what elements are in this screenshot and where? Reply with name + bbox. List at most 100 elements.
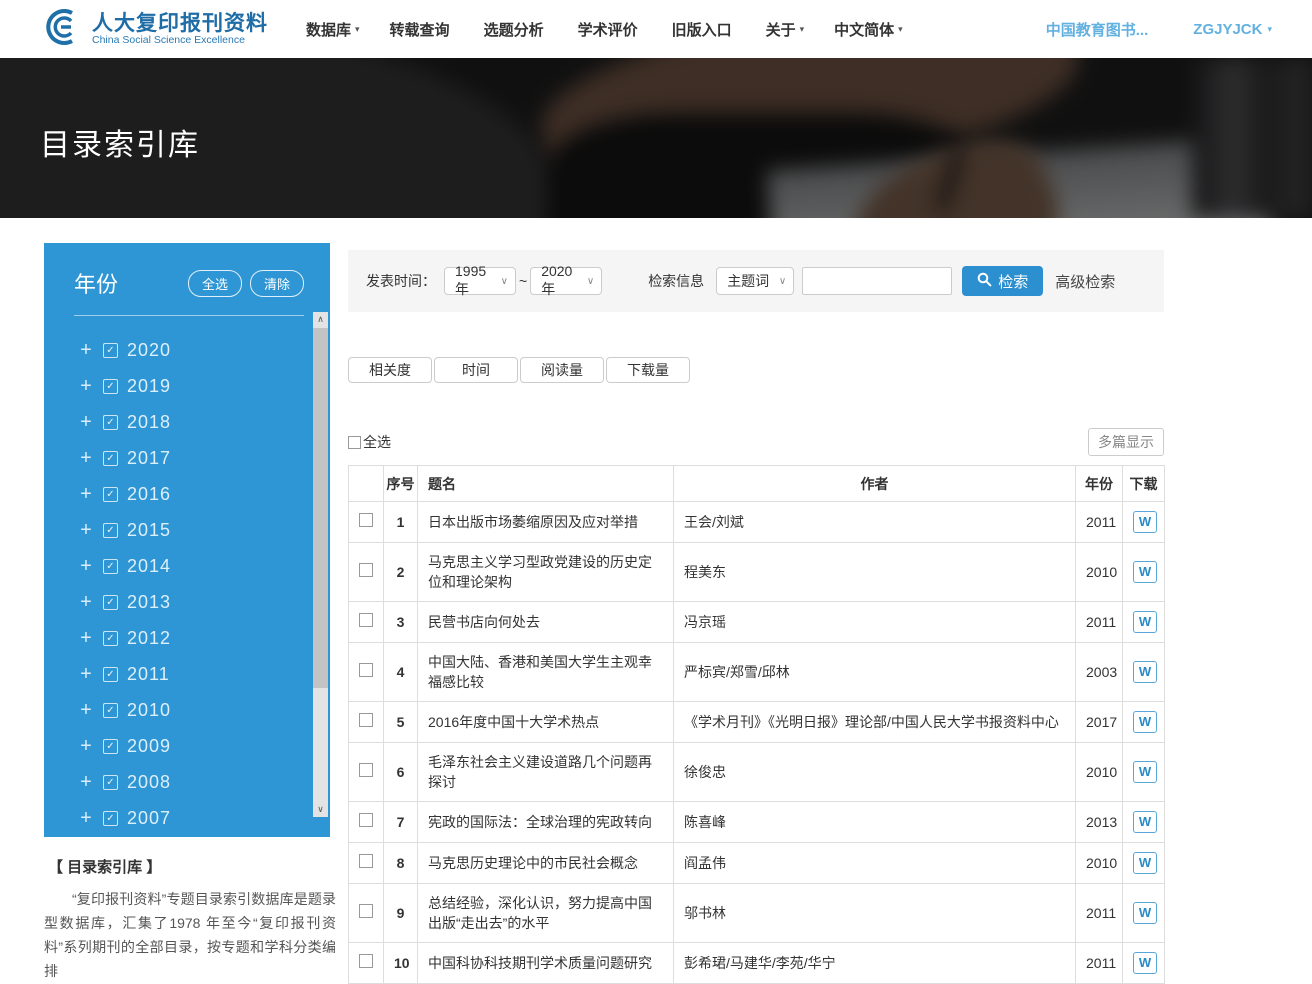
row-checkbox[interactable] — [359, 954, 373, 968]
article-title[interactable]: 总结经验，深化认识，努力提高中国出版“走出去”的水平 — [418, 884, 674, 943]
year-list-item[interactable]: + ✓ 2017 — [78, 440, 330, 476]
sort-button[interactable]: 时间 — [434, 357, 518, 383]
row-checkbox[interactable] — [359, 513, 373, 527]
word-download-button[interactable]: W — [1133, 852, 1157, 874]
expand-plus-icon[interactable]: + — [78, 486, 94, 502]
year-checkbox[interactable]: ✓ — [103, 595, 118, 610]
article-title[interactable]: 宪政的国际法：全球治理的宪政转向 — [418, 802, 674, 843]
row-checkbox[interactable] — [359, 663, 373, 677]
account-link[interactable]: ZGJYJCK ▾ — [1193, 21, 1272, 38]
word-download-button[interactable]: W — [1133, 761, 1157, 783]
year-list-item[interactable]: + ✓ 2019 — [78, 368, 330, 404]
article-title[interactable]: 马克思历史理论中的市民社会概念 — [418, 843, 674, 884]
scroll-up-icon[interactable]: ∧ — [313, 312, 328, 327]
expand-plus-icon[interactable]: + — [78, 738, 94, 754]
article-title[interactable]: 中国大陆、香港和美国大学生主观幸福感比较 — [418, 643, 674, 702]
year-checkbox[interactable]: ✓ — [103, 631, 118, 646]
year-checkbox[interactable]: ✓ — [103, 415, 118, 430]
word-download-button[interactable]: W — [1133, 952, 1157, 974]
expand-plus-icon[interactable]: + — [78, 774, 94, 790]
year-list-item[interactable]: + ✓ 2008 — [78, 764, 330, 800]
row-checkbox[interactable] — [359, 763, 373, 777]
multi-display-button[interactable]: 多篇显示 — [1088, 428, 1164, 456]
expand-plus-icon[interactable]: + — [78, 414, 94, 430]
year-checkbox[interactable]: ✓ — [103, 559, 118, 574]
sort-button[interactable]: 阅读量 — [520, 357, 604, 383]
row-checkbox[interactable] — [359, 563, 373, 577]
to-year-select[interactable]: 2020年 ∨ — [530, 267, 602, 295]
year-checkbox[interactable]: ✓ — [103, 523, 118, 538]
search-input[interactable] — [802, 267, 952, 295]
site-logo[interactable]: 人大复印报刊资料 China Social Science Excellence — [40, 6, 268, 53]
article-title[interactable]: 日本出版市场萎缩原因及应对举措 — [418, 502, 674, 543]
expand-plus-icon[interactable]: + — [78, 342, 94, 358]
article-title[interactable]: 马克思主义学习型政党建设的历史定位和理论架构 — [418, 543, 674, 602]
advanced-search-link[interactable]: 高级检索 — [1055, 271, 1115, 292]
year-list-item[interactable]: + ✓ 2009 — [78, 728, 330, 764]
year-list-item[interactable]: + ✓ 2015 — [78, 512, 330, 548]
search-field-select[interactable]: 主题词 ∨ — [716, 267, 794, 295]
expand-plus-icon[interactable]: + — [78, 630, 94, 646]
word-download-button[interactable]: W — [1133, 511, 1157, 533]
row-checkbox[interactable] — [359, 713, 373, 727]
year-checkbox[interactable]: ✓ — [103, 775, 118, 790]
nav-item[interactable]: 中文简体 ▾ — [834, 19, 903, 40]
year-list-item[interactable]: + ✓ 2011 — [78, 656, 330, 692]
sort-button[interactable]: 下载量 — [606, 357, 690, 383]
year-list-item[interactable]: + ✓ 2016 — [78, 476, 330, 512]
nav-item[interactable]: 关于 ▾ — [766, 19, 805, 40]
year-list-item[interactable]: + ✓ 2012 — [78, 620, 330, 656]
row-checkbox[interactable] — [359, 613, 373, 627]
year-list-item[interactable]: + ✓ 2007 — [78, 800, 330, 836]
article-title[interactable]: 毛泽东社会主义建设道路几个问题再探讨 — [418, 743, 674, 802]
expand-plus-icon[interactable]: + — [78, 558, 94, 574]
year-checkbox[interactable]: ✓ — [103, 487, 118, 502]
search-button[interactable]: 检索 — [962, 266, 1043, 296]
expand-plus-icon[interactable]: + — [78, 666, 94, 682]
word-download-button[interactable]: W — [1133, 561, 1157, 583]
year-list-item[interactable]: + ✓ 2018 — [78, 404, 330, 440]
sidebar-scrollbar[interactable]: ∧ ∨ — [313, 312, 328, 817]
expand-plus-icon[interactable]: + — [78, 378, 94, 394]
nav-item[interactable]: 学术评价 — [578, 19, 642, 40]
scroll-down-icon[interactable]: ∨ — [313, 802, 328, 817]
scrollbar-thumb[interactable] — [313, 328, 328, 688]
nav-item[interactable]: 旧版入口 — [672, 19, 736, 40]
clear-years-button[interactable]: 清除 — [250, 270, 304, 297]
row-checkbox[interactable] — [359, 904, 373, 918]
year-list-item[interactable]: + ✓ 2013 — [78, 584, 330, 620]
sort-button[interactable]: 相关度 — [348, 357, 432, 383]
article-title[interactable]: 民营书店向何处去 — [418, 602, 674, 643]
account-link[interactable]: 中国教育图书... — [1046, 19, 1154, 40]
word-download-button[interactable]: W — [1133, 711, 1157, 733]
row-checkbox[interactable] — [359, 854, 373, 868]
row-checkbox[interactable] — [359, 813, 373, 827]
nav-item[interactable]: 数据库 ▾ — [306, 19, 360, 40]
year-list-item[interactable]: + ✓ 2014 — [78, 548, 330, 584]
word-download-button[interactable]: W — [1133, 661, 1157, 683]
select-all-years-button[interactable]: 全选 — [188, 270, 242, 297]
article-title[interactable]: 中国科协科技期刊学术质量问题研究 — [418, 943, 674, 984]
expand-plus-icon[interactable]: + — [78, 702, 94, 718]
year-checkbox[interactable]: ✓ — [103, 451, 118, 466]
word-download-button[interactable]: W — [1133, 902, 1157, 924]
expand-plus-icon[interactable]: + — [78, 522, 94, 538]
year-checkbox[interactable]: ✓ — [103, 739, 118, 754]
nav-item[interactable]: 选题分析 — [484, 19, 548, 40]
word-download-button[interactable]: W — [1133, 611, 1157, 633]
year-list-item[interactable]: + ✓ 2010 — [78, 692, 330, 728]
year-checkbox[interactable]: ✓ — [103, 811, 118, 826]
from-year-select[interactable]: 1995年 ∨ — [444, 267, 516, 295]
expand-plus-icon[interactable]: + — [78, 810, 94, 826]
year-checkbox[interactable]: ✓ — [103, 703, 118, 718]
year-checkbox[interactable]: ✓ — [103, 379, 118, 394]
year-checkbox[interactable]: ✓ — [103, 667, 118, 682]
expand-plus-icon[interactable]: + — [78, 450, 94, 466]
year-list-item[interactable]: + ✓ 2020 — [78, 332, 330, 368]
nav-item[interactable]: 转载查询 — [390, 19, 454, 40]
select-all-checkbox[interactable] — [348, 436, 361, 449]
expand-plus-icon[interactable]: + — [78, 594, 94, 610]
year-checkbox[interactable]: ✓ — [103, 343, 118, 358]
word-download-button[interactable]: W — [1133, 811, 1157, 833]
article-title[interactable]: 2016年度中国十大学术热点 — [418, 702, 674, 743]
